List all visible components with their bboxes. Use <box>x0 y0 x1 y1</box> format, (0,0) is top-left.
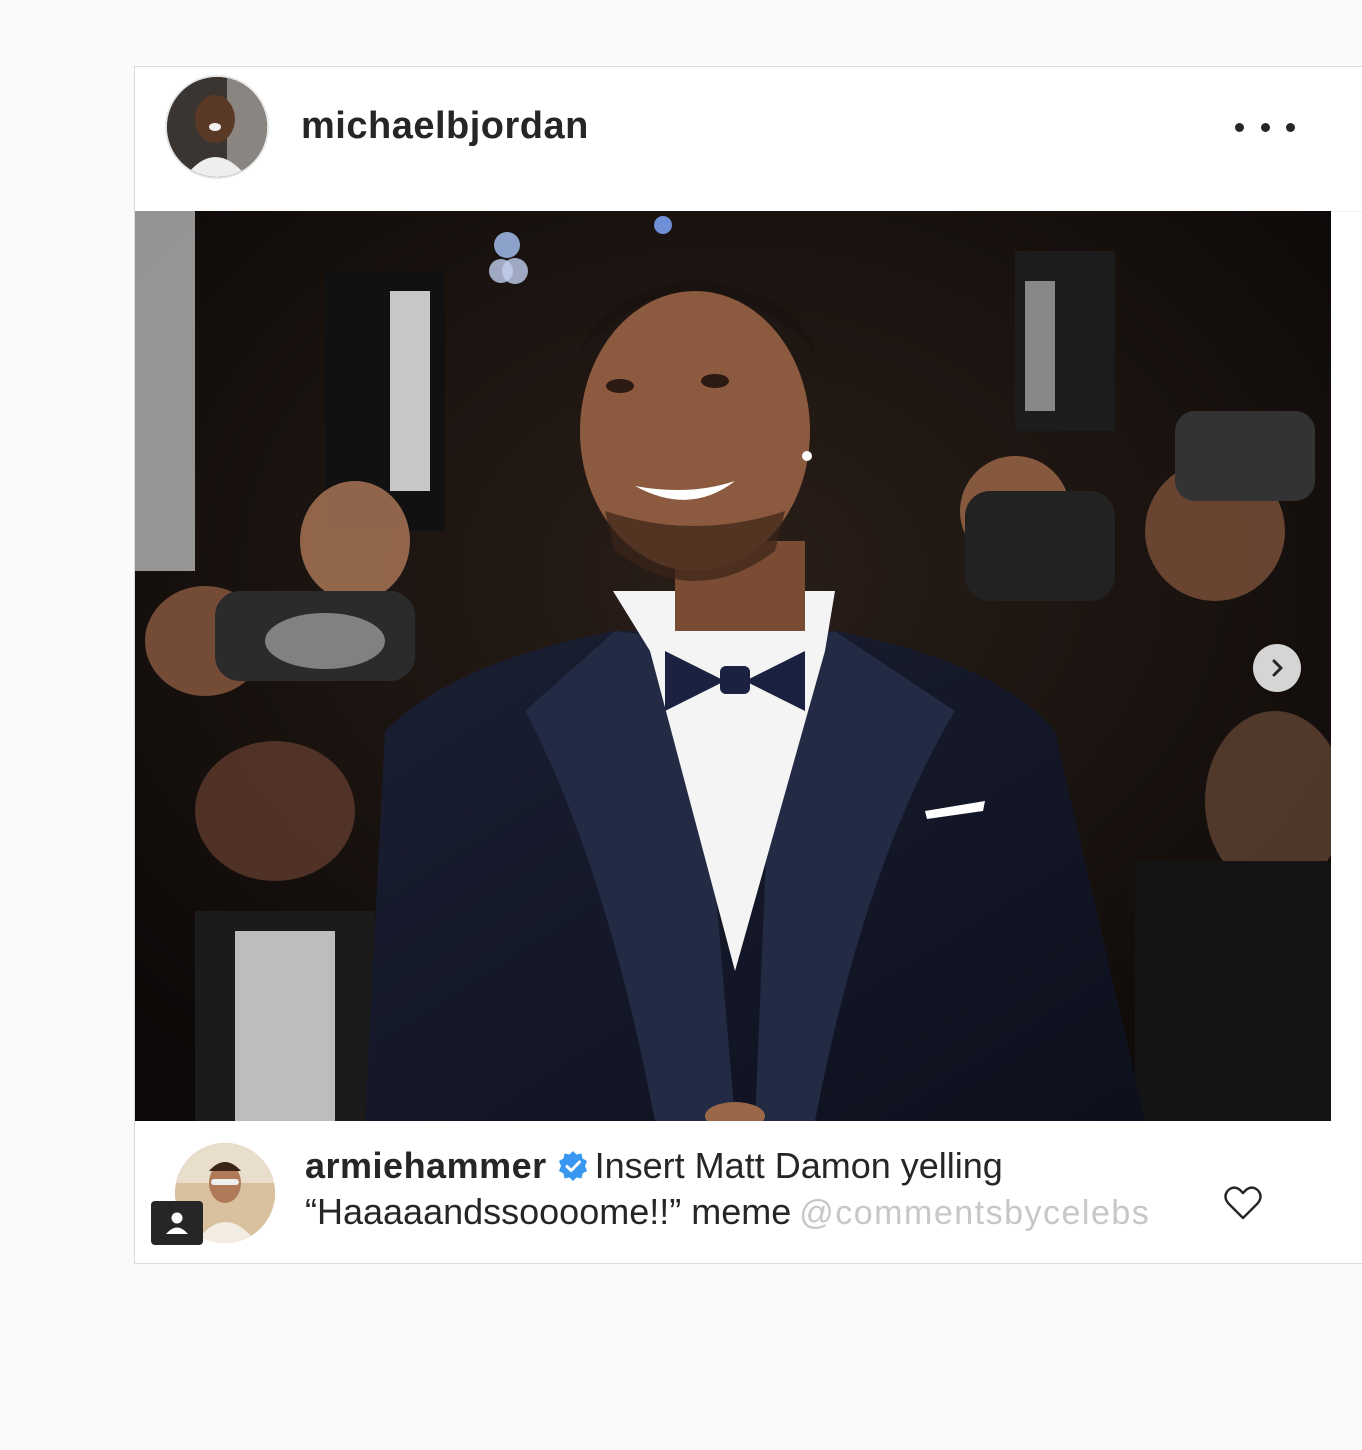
dot <box>1286 122 1295 132</box>
comment-username[interactable]: armiehammer <box>305 1145 547 1186</box>
next-image-button[interactable] <box>1253 644 1301 692</box>
dot <box>1235 122 1244 132</box>
more-options-icon[interactable] <box>1235 107 1295 147</box>
verified-badge-icon <box>558 1151 587 1181</box>
red-carpet-photo <box>135 211 1331 1121</box>
post-username[interactable]: michaelbjordan <box>301 105 589 148</box>
avatar-photo <box>167 77 267 177</box>
user-tag-icon[interactable] <box>151 1201 203 1245</box>
comment-row: armiehammer Insert Matt Damon yelling “H… <box>135 1121 1362 1265</box>
comment-text: armiehammer Insert Matt Damon yelling “H… <box>305 1143 1265 1236</box>
watermark-text: @commentsbycelebs <box>799 1194 1151 1232</box>
post-card: michaelbjordan armiehammer Insert Matt D… <box>134 66 1362 1264</box>
like-heart-icon[interactable] <box>1223 1185 1263 1221</box>
dot <box>1260 122 1270 132</box>
person-icon <box>166 1212 188 1234</box>
post-photo[interactable] <box>135 211 1331 1121</box>
post-author-avatar[interactable] <box>167 77 267 177</box>
comment-line-2: “Haaaaandssoooome!!” meme <box>305 1191 792 1232</box>
post-header: michaelbjordan <box>135 67 1362 212</box>
chevron-right-icon <box>1272 659 1283 677</box>
comment-line-1: Insert Matt Damon yelling <box>594 1145 1003 1186</box>
